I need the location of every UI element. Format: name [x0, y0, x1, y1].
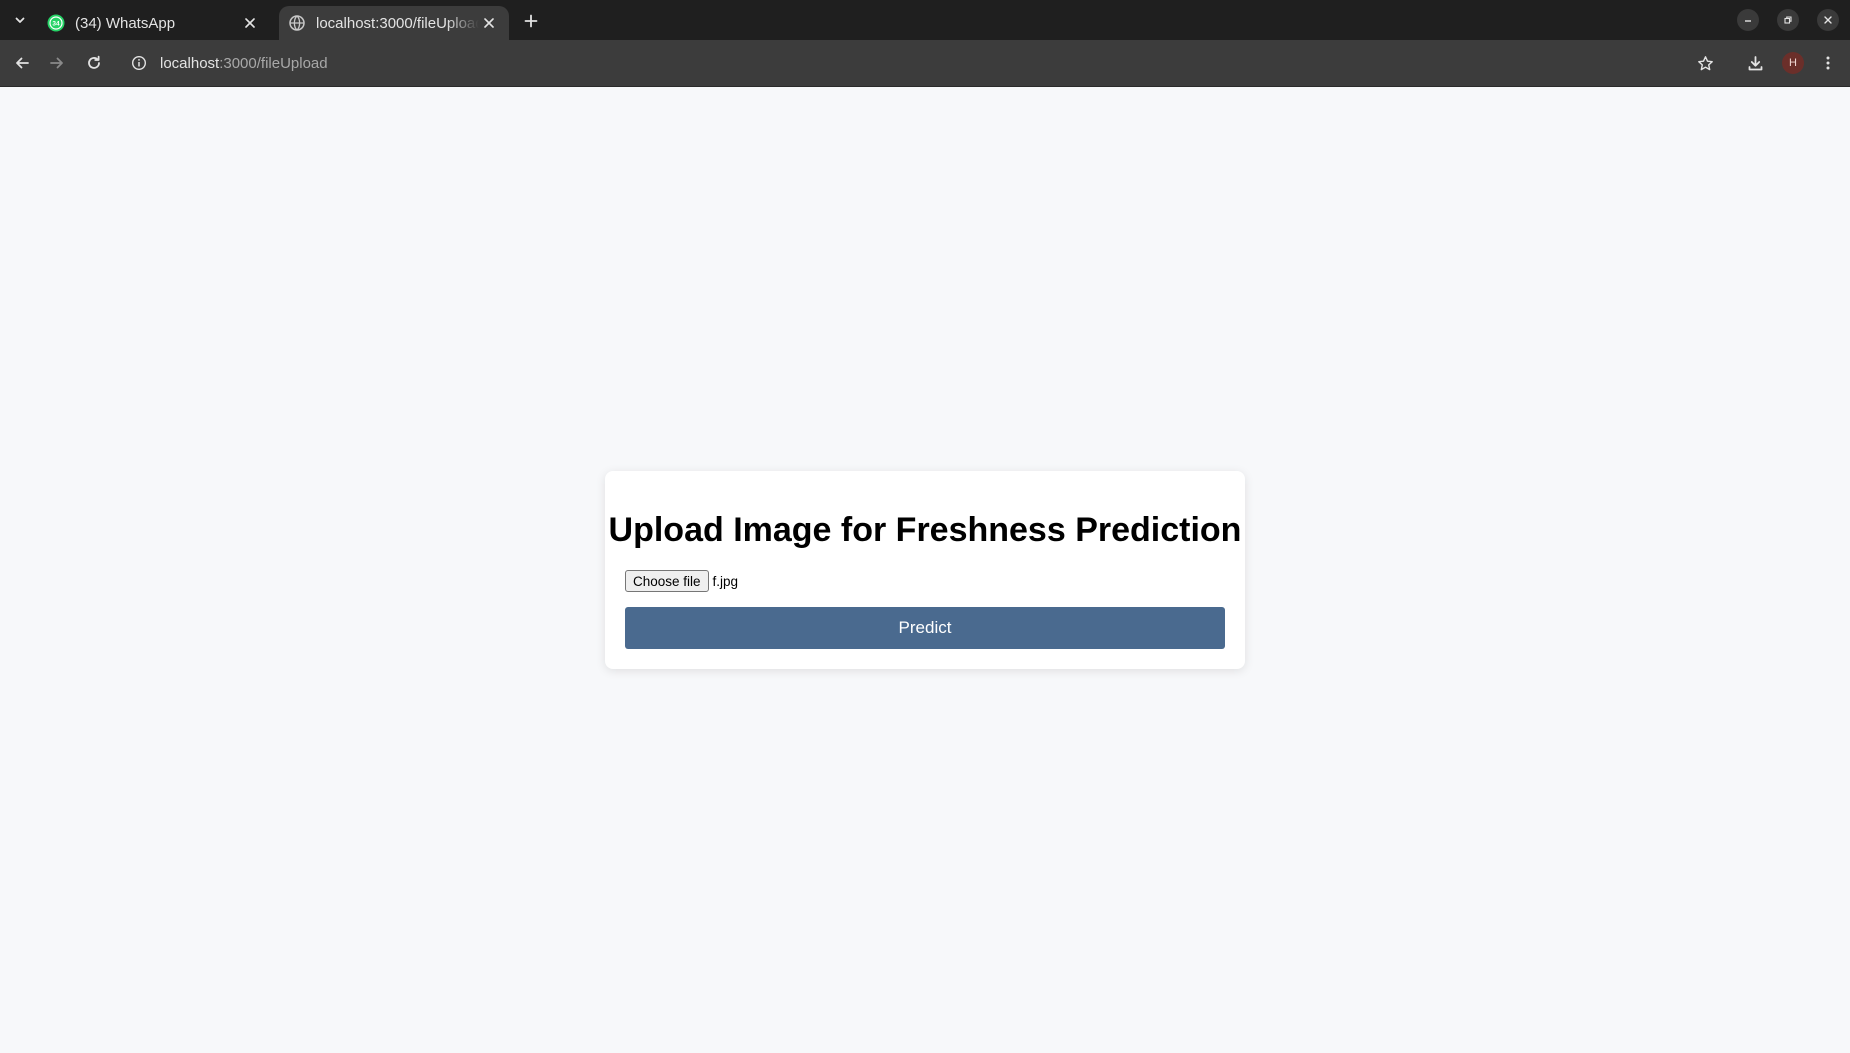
- browser-toolbar: localhost:3000/fileUpload H: [0, 40, 1850, 87]
- close-tab-button[interactable]: [479, 13, 499, 33]
- close-window-button[interactable]: [1817, 9, 1839, 31]
- arrow-right-icon: [50, 57, 63, 69]
- page-content: Upload Image for Freshness Prediction Ch…: [0, 88, 1850, 1053]
- info-icon: [131, 55, 147, 71]
- browser-menu-button[interactable]: [1816, 51, 1840, 75]
- predict-button[interactable]: Predict: [625, 607, 1225, 649]
- globe-icon: [289, 15, 305, 31]
- download-icon: [1748, 55, 1762, 70]
- choose-file-button[interactable]: Choose file: [625, 570, 709, 592]
- tab-title: localhost:3000/fileUpload: [316, 14, 479, 32]
- address-bar[interactable]: localhost:3000/fileUpload: [120, 45, 1680, 81]
- close-icon: [245, 18, 255, 28]
- tab-strip: 34 (34) WhatsApp localhost:3000/fileUplo…: [0, 0, 1850, 40]
- tab-file-upload[interactable]: localhost:3000/fileUpload: [279, 6, 509, 40]
- restore-button[interactable]: [1777, 9, 1799, 31]
- whatsapp-icon: 34: [47, 14, 65, 32]
- close-icon: [484, 18, 494, 28]
- url-path: :3000/fileUpload: [219, 54, 328, 72]
- tab-whatsapp[interactable]: 34 (34) WhatsApp: [38, 6, 270, 40]
- restore-icon: [1784, 16, 1792, 24]
- tab-search-button[interactable]: [8, 8, 32, 32]
- reload-button[interactable]: [82, 51, 106, 75]
- page-title: Upload Image for Freshness Prediction: [608, 511, 1242, 549]
- downloads-button[interactable]: [1743, 51, 1767, 75]
- bookmark-button[interactable]: [1693, 51, 1717, 75]
- minimize-button[interactable]: [1737, 9, 1759, 31]
- reload-icon: [88, 55, 100, 69]
- whatsapp-badge: 34: [52, 20, 60, 27]
- more-vertical-icon: [1826, 56, 1830, 70]
- forward-button[interactable]: [45, 51, 69, 75]
- selected-file-name: f.jpg: [712, 573, 739, 589]
- profile-avatar[interactable]: H: [1782, 52, 1804, 74]
- upload-card: Upload Image for Freshness Prediction Ch…: [605, 471, 1245, 669]
- url-host: localhost: [160, 54, 220, 72]
- back-button[interactable]: [10, 51, 34, 75]
- plus-icon: [524, 14, 538, 28]
- file-input[interactable]: Choose file f.jpg: [625, 570, 738, 592]
- url-text: localhost:3000/fileUpload: [160, 55, 328, 72]
- site-info-button[interactable]: [130, 54, 148, 72]
- tab-title: (34) WhatsApp: [75, 14, 176, 32]
- star-icon: [1697, 55, 1713, 70]
- new-tab-button[interactable]: [520, 10, 542, 32]
- close-tab-button[interactable]: [240, 13, 260, 33]
- minimize-icon: [1745, 20, 1751, 22]
- close-icon: [1824, 16, 1832, 24]
- chevron-down-icon: [15, 17, 25, 23]
- arrow-left-icon: [16, 57, 29, 69]
